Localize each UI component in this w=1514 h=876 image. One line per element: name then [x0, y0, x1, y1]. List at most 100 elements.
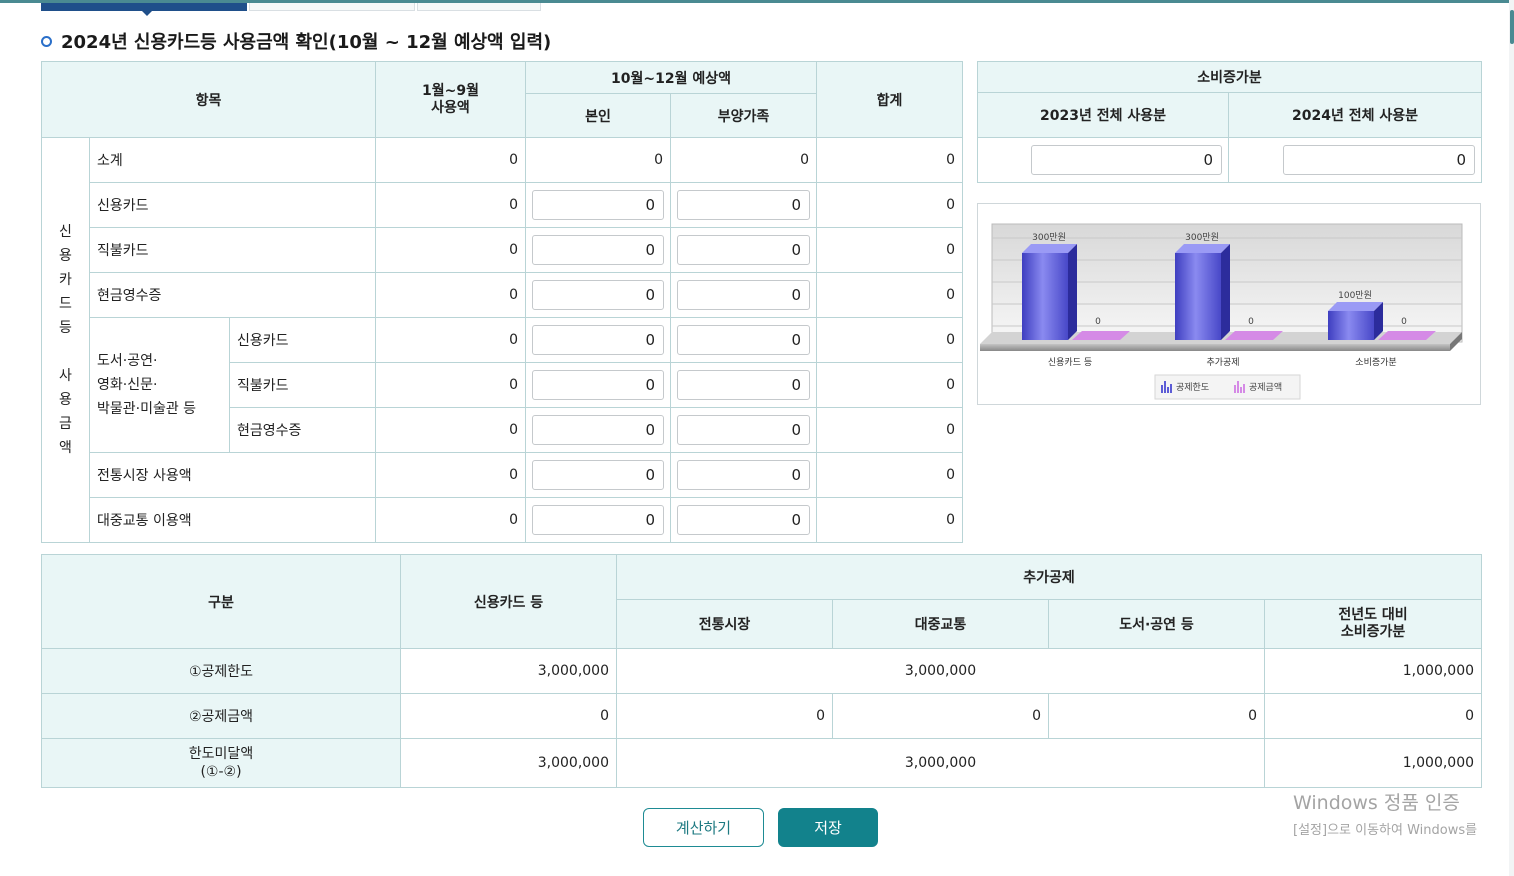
usage-2024-input[interactable] [1283, 145, 1475, 175]
chart-data-label: 0 [1095, 317, 1101, 327]
header-2024-usage: 2024년 전체 사용분 [1228, 92, 1482, 138]
chart-floor-front [980, 344, 1450, 351]
group-label-vertical: 신 용 카 드 등 사 용 금 액 [41, 137, 90, 543]
row-label-amount: ②공제금액 [41, 693, 401, 739]
self-input[interactable] [532, 280, 664, 310]
windows-activation-watermark: Windows 정품 인증 [설정]으로 이동하여 Windows를 [1293, 788, 1477, 838]
total-value: 0 [816, 137, 964, 183]
chart-bar-limit [1175, 253, 1221, 340]
row-label: 대중교통 이용액 [89, 497, 376, 543]
dependents-input[interactable] [677, 280, 811, 310]
jan-sep-value: 0 [375, 137, 526, 183]
table-row: 직불카드 0 0 [42, 227, 964, 273]
scrollbar-track[interactable] [1509, 0, 1514, 876]
self-input[interactable] [532, 325, 664, 355]
chart-bar-limit [1328, 311, 1374, 340]
dependents-input[interactable] [677, 190, 811, 220]
usage-2023-input[interactable] [1031, 145, 1222, 175]
total-value: 0 [816, 497, 964, 543]
header-market: 전통시장 [616, 599, 833, 649]
table-row: ①공제한도 3,000,000 3,000,000 1,000,000 [41, 648, 1483, 694]
remaining-increase: 1,000,000 [1263, 738, 1483, 788]
self-value: 0 [525, 137, 671, 183]
row-label: 신용카드 [229, 317, 376, 363]
dependents-input[interactable] [677, 235, 811, 265]
amount-transit: 0 [832, 693, 1049, 739]
total-value: 0 [816, 452, 964, 498]
self-input[interactable] [532, 415, 664, 445]
jan-sep-value: 0 [375, 452, 526, 498]
table-row: 한도미달액 (①-②) 3,000,000 3,000,000 1,000,00… [41, 738, 1483, 788]
header-increase: 전년도 대비 소비증가분 [1263, 599, 1483, 649]
consumption-header: 소비증가분 [977, 61, 1482, 93]
self-input[interactable] [532, 460, 664, 490]
header-additional: 추가공제 [615, 554, 1483, 600]
calculate-button[interactable]: 계산하기 [643, 808, 764, 847]
dependents-value: 0 [669, 137, 818, 183]
limit-increase: 1,000,000 [1263, 648, 1483, 694]
total-value: 0 [816, 227, 964, 273]
chart-category-label: 신용카드 등 [1048, 357, 1092, 368]
jan-sep-value: 0 [375, 182, 526, 228]
remaining-credit: 3,000,000 [400, 738, 617, 788]
dependents-input[interactable] [677, 505, 811, 535]
table-row: ②공제금액 0 0 0 0 0 [41, 693, 1483, 739]
tab-active[interactable] [41, 3, 247, 16]
limit-additional: 3,000,000 [616, 648, 1265, 694]
header-transit: 대중교통 [832, 599, 1049, 649]
jan-sep-value: 0 [375, 497, 526, 543]
table-row: 신 용 카 드 등 사 용 금 액 소계 0 0 0 0 [41, 137, 964, 543]
chart-data-label: 300만원 [1185, 232, 1219, 243]
row-label: 직불카드 [89, 227, 376, 273]
total-value: 0 [816, 362, 964, 408]
amount-culture: 0 [1048, 693, 1265, 739]
self-input[interactable] [532, 370, 664, 400]
total-value: 0 [816, 182, 964, 228]
consumption-table: 소비증가분 2023년 전체 사용분 2024년 전체 사용분 [977, 61, 1482, 183]
chart-category-label: 소비증가분 [1355, 357, 1396, 368]
remaining-additional: 3,000,000 [616, 738, 1265, 788]
table-row: 현금영수증 0 0 [42, 272, 964, 318]
header-category: 구분 [41, 554, 401, 649]
amount-market: 0 [616, 693, 833, 739]
self-input[interactable] [532, 505, 664, 535]
header-credit: 신용카드 등 [400, 554, 617, 649]
row-label-remaining: 한도미달액 (①-②) [41, 738, 401, 788]
chart-data-label: 100만원 [1338, 290, 1372, 301]
section-title-text: 2024년 신용카드등 사용금액 확인(10월 ~ 12월 예상액 입력) [61, 32, 552, 53]
dependents-input[interactable] [677, 325, 811, 355]
tab-third[interactable] [417, 3, 541, 11]
legend-limit-label: 공제한도 [1176, 382, 1209, 393]
total-value: 0 [816, 317, 964, 363]
self-input[interactable] [532, 235, 664, 265]
watermark-line2: [설정]으로 이동하여 Windows를 [1293, 823, 1478, 838]
row-label: 신용카드 [89, 182, 376, 228]
header-dependents: 부양가족 [669, 93, 818, 138]
amount-credit: 0 [400, 693, 617, 739]
culture-group-label: 도서·공연· 영화·신문· 박물관·미술관 등 [89, 317, 230, 453]
scrollbar-thumb[interactable] [1510, 10, 1514, 44]
total-value: 0 [816, 407, 964, 453]
table-row: 대중교통 이용액 0 0 [42, 497, 964, 543]
chart-bar-limit-top [1328, 302, 1383, 311]
save-button[interactable]: 저장 [778, 808, 878, 847]
table-row: 도서·공연· 영화·신문· 박물관·미술관 등 신용카드 0 0 [42, 317, 964, 453]
dependents-input[interactable] [677, 370, 811, 400]
tab-second[interactable] [249, 3, 415, 11]
header-2023-usage: 2023년 전체 사용분 [977, 92, 1229, 138]
header-estimate-group: 10월~12월 예상액 [524, 61, 818, 94]
header-culture: 도서·공연 등 [1048, 599, 1265, 649]
row-label: 전통시장 사용액 [89, 452, 376, 498]
chart-data-label: 0 [1401, 317, 1407, 327]
chart-legend: 공제한도 공제금액 [1154, 374, 1301, 400]
chart-bar-limit-top [1175, 244, 1230, 253]
row-label: 현금영수증 [229, 407, 376, 453]
jan-sep-value: 0 [375, 317, 526, 363]
dependents-input[interactable] [677, 460, 811, 490]
self-input[interactable] [532, 190, 664, 220]
jan-sep-value: 0 [375, 272, 526, 318]
usage-table: 항목 1월~9월 사용액 10월~12월 예상액 합계 본인 부양가족 신 용 … [41, 61, 964, 543]
dependents-input[interactable] [677, 415, 811, 445]
chart-data-label: 300만원 [1032, 232, 1066, 243]
row-label: 소계 [89, 137, 376, 183]
